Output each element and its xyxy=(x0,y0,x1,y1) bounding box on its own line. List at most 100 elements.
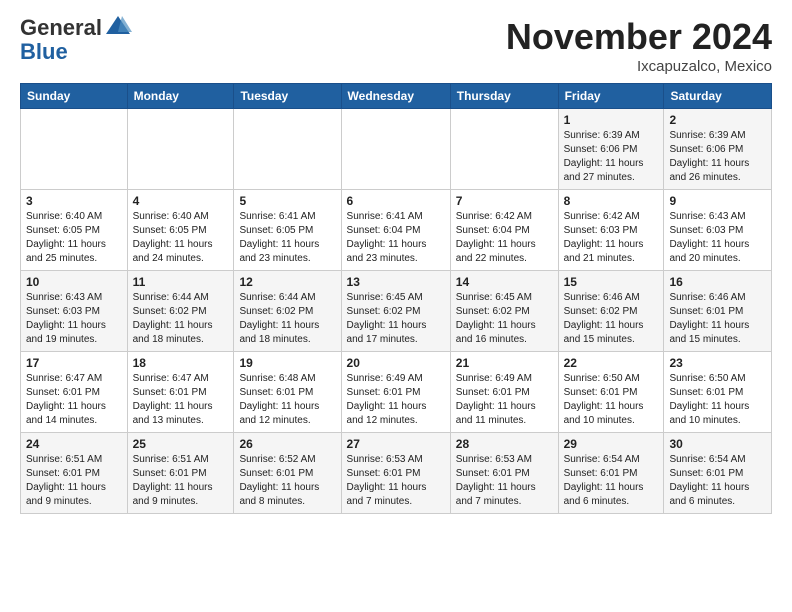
calendar-cell: 6 Sunrise: 6:41 AMSunset: 6:04 PMDaylight… xyxy=(341,190,450,271)
day-number: 20 xyxy=(347,356,445,370)
calendar-cell: 7 Sunrise: 6:42 AMSunset: 6:04 PMDaylight… xyxy=(450,190,558,271)
day-number: 17 xyxy=(26,356,122,370)
calendar-week-2: 3 Sunrise: 6:40 AMSunset: 6:05 PMDaylight… xyxy=(21,190,772,271)
day-info: Sunrise: 6:42 AMSunset: 6:03 PMDaylight:… xyxy=(564,210,659,266)
calendar-cell: 18Sunrise: 6:47 AMSunset: 6:01 PMDayligh… xyxy=(127,352,234,433)
day-number: 21 xyxy=(456,356,553,370)
day-info: Sunrise: 6:44 AMSunset: 6:02 PMDaylight:… xyxy=(239,291,335,347)
weekday-header-saturday: Saturday xyxy=(664,84,772,109)
calendar-cell: 23 Sunrise: 6:50 AMSunset: 6:01 PMDayligh… xyxy=(664,352,772,433)
weekday-header-friday: Friday xyxy=(558,84,664,109)
day-number: 11 xyxy=(133,275,229,289)
calendar-cell: 27 Sunrise: 6:53 AMSunset: 6:01 PMDayligh… xyxy=(341,433,450,514)
calendar-cell: 25 Sunrise: 6:51 AMSunset: 6:01 PMDayligh… xyxy=(127,433,234,514)
day-info: Sunrise: 6:49 AMSunset: 6:01 PMDaylight:… xyxy=(456,372,553,428)
day-info: Sunrise: 6:45 AMSunset: 6:02 PMDaylight:… xyxy=(347,291,445,347)
calendar-cell: 26 Sunrise: 6:52 AMSunset: 6:01 PMDayligh… xyxy=(234,433,341,514)
day-number: 7 xyxy=(456,194,553,208)
day-info: Sunrise: 6:53 AMSunset: 6:01 PMDaylight:… xyxy=(347,453,445,509)
day-info: Sunrise: 6:39 AMSunset: 6:06 PMDaylight:… xyxy=(564,129,659,185)
day-number: 23 xyxy=(669,356,766,370)
day-number: 25 xyxy=(133,437,229,451)
day-info: Sunrise: 6:40 AMSunset: 6:05 PMDaylight:… xyxy=(26,210,122,266)
calendar-cell: 10 Sunrise: 6:43 AMSunset: 6:03 PMDayligh… xyxy=(21,271,128,352)
day-number: 3 xyxy=(26,194,122,208)
day-number: 22 xyxy=(564,356,659,370)
calendar-cell: 17 Sunrise: 6:47 AMSunset: 6:01 PMDayligh… xyxy=(21,352,128,433)
day-number: 1 xyxy=(564,113,659,127)
calendar-cell: 29Sunrise: 6:54 AMSunset: 6:01 PMDayligh… xyxy=(558,433,664,514)
calendar-cell: 3 Sunrise: 6:40 AMSunset: 6:05 PMDaylight… xyxy=(21,190,128,271)
calendar-cell: 2Sunrise: 6:39 AMSunset: 6:06 PMDaylight… xyxy=(664,109,772,190)
day-info: Sunrise: 6:42 AMSunset: 6:04 PMDaylight:… xyxy=(456,210,553,266)
day-info: Sunrise: 6:49 AMSunset: 6:01 PMDaylight:… xyxy=(347,372,445,428)
calendar: SundayMondayTuesdayWednesdayThursdayFrid… xyxy=(20,83,772,514)
calendar-cell: 20 Sunrise: 6:49 AMSunset: 6:01 PMDayligh… xyxy=(341,352,450,433)
weekday-header-thursday: Thursday xyxy=(450,84,558,109)
day-info: Sunrise: 6:54 AMSunset: 6:01 PMDaylight:… xyxy=(669,453,766,509)
day-info: Sunrise: 6:40 AMSunset: 6:05 PMDaylight:… xyxy=(133,210,229,266)
calendar-cell: 28 Sunrise: 6:53 AMSunset: 6:01 PMDayligh… xyxy=(450,433,558,514)
calendar-cell: 24 Sunrise: 6:51 AMSunset: 6:01 PMDayligh… xyxy=(21,433,128,514)
day-info: Sunrise: 6:41 AMSunset: 6:04 PMDaylight:… xyxy=(347,210,445,266)
day-number: 30 xyxy=(669,437,766,451)
day-number: 8 xyxy=(564,194,659,208)
day-info: Sunrise: 6:51 AMSunset: 6:01 PMDaylight:… xyxy=(133,453,229,509)
calendar-cell: 21 Sunrise: 6:49 AMSunset: 6:01 PMDayligh… xyxy=(450,352,558,433)
day-info: Sunrise: 6:53 AMSunset: 6:01 PMDaylight:… xyxy=(456,453,553,509)
day-number: 29 xyxy=(564,437,659,451)
calendar-week-3: 10 Sunrise: 6:43 AMSunset: 6:03 PMDayligh… xyxy=(21,271,772,352)
day-info: Sunrise: 6:48 AMSunset: 6:01 PMDaylight:… xyxy=(239,372,335,428)
day-number: 12 xyxy=(239,275,335,289)
calendar-cell xyxy=(127,109,234,190)
day-info: Sunrise: 6:46 AMSunset: 6:02 PMDaylight:… xyxy=(564,291,659,347)
header: General Blue November 2024 Ixcapuzalco, … xyxy=(20,16,772,75)
day-number: 27 xyxy=(347,437,445,451)
day-info: Sunrise: 6:44 AMSunset: 6:02 PMDaylight:… xyxy=(133,291,229,347)
day-number: 10 xyxy=(26,275,122,289)
day-number: 26 xyxy=(239,437,335,451)
calendar-week-1: 1 Sunrise: 6:39 AMSunset: 6:06 PMDaylight… xyxy=(21,109,772,190)
day-number: 2 xyxy=(669,113,766,127)
calendar-cell xyxy=(234,109,341,190)
day-number: 9 xyxy=(669,194,766,208)
day-info: Sunrise: 6:47 AMSunset: 6:01 PMDaylight:… xyxy=(133,372,229,428)
calendar-cell: 15 Sunrise: 6:46 AMSunset: 6:02 PMDayligh… xyxy=(558,271,664,352)
logo: General Blue xyxy=(20,16,132,64)
day-number: 16 xyxy=(669,275,766,289)
calendar-cell: 11 Sunrise: 6:44 AMSunset: 6:02 PMDayligh… xyxy=(127,271,234,352)
day-number: 28 xyxy=(456,437,553,451)
weekday-header-row: SundayMondayTuesdayWednesdayThursdayFrid… xyxy=(21,84,772,109)
page: General Blue November 2024 Ixcapuzalco, … xyxy=(0,0,792,524)
day-info: Sunrise: 6:45 AMSunset: 6:02 PMDaylight:… xyxy=(456,291,553,347)
day-number: 24 xyxy=(26,437,122,451)
logo-general-text: General xyxy=(20,16,102,40)
calendar-cell: 9 Sunrise: 6:43 AMSunset: 6:03 PMDaylight… xyxy=(664,190,772,271)
day-number: 19 xyxy=(239,356,335,370)
day-info: Sunrise: 6:47 AMSunset: 6:01 PMDaylight:… xyxy=(26,372,122,428)
weekday-header-wednesday: Wednesday xyxy=(341,84,450,109)
day-number: 5 xyxy=(239,194,335,208)
day-number: 13 xyxy=(347,275,445,289)
day-number: 6 xyxy=(347,194,445,208)
logo-icon xyxy=(104,12,132,40)
day-info: Sunrise: 6:46 AMSunset: 6:01 PMDaylight:… xyxy=(669,291,766,347)
calendar-cell: 16 Sunrise: 6:46 AMSunset: 6:01 PMDayligh… xyxy=(664,271,772,352)
weekday-header-sunday: Sunday xyxy=(21,84,128,109)
weekday-header-tuesday: Tuesday xyxy=(234,84,341,109)
day-info: Sunrise: 6:50 AMSunset: 6:01 PMDaylight:… xyxy=(669,372,766,428)
day-info: Sunrise: 6:43 AMSunset: 6:03 PMDaylight:… xyxy=(26,291,122,347)
day-info: Sunrise: 6:43 AMSunset: 6:03 PMDaylight:… xyxy=(669,210,766,266)
day-number: 14 xyxy=(456,275,553,289)
calendar-cell xyxy=(341,109,450,190)
calendar-cell: 8 Sunrise: 6:42 AMSunset: 6:03 PMDaylight… xyxy=(558,190,664,271)
day-number: 15 xyxy=(564,275,659,289)
calendar-cell: 4Sunrise: 6:40 AMSunset: 6:05 PMDaylight… xyxy=(127,190,234,271)
month-title: November 2024 xyxy=(506,16,772,58)
day-info: Sunrise: 6:41 AMSunset: 6:05 PMDaylight:… xyxy=(239,210,335,266)
day-info: Sunrise: 6:52 AMSunset: 6:01 PMDaylight:… xyxy=(239,453,335,509)
day-info: Sunrise: 6:51 AMSunset: 6:01 PMDaylight:… xyxy=(26,453,122,509)
weekday-header-monday: Monday xyxy=(127,84,234,109)
calendar-cell xyxy=(21,109,128,190)
calendar-cell: 1 Sunrise: 6:39 AMSunset: 6:06 PMDaylight… xyxy=(558,109,664,190)
